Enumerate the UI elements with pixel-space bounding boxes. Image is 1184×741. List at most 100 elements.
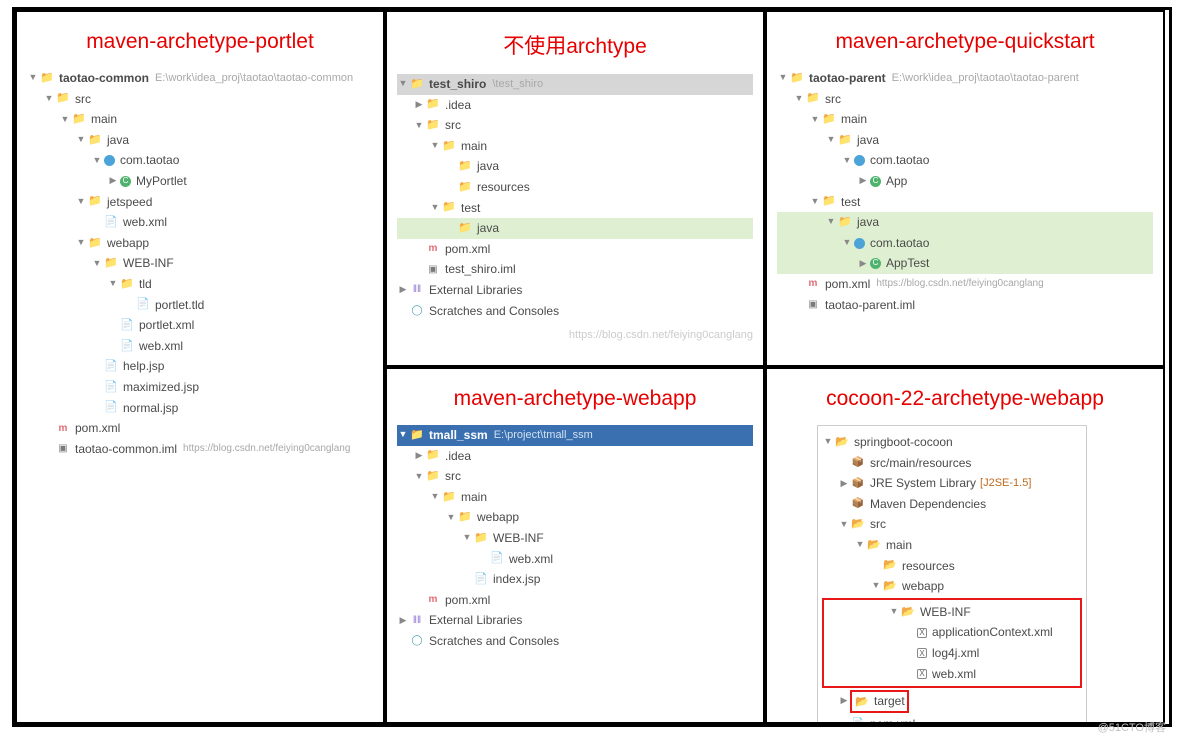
- tree-item-target[interactable]: target: [822, 689, 1082, 714]
- tree-item-jre[interactable]: JRE System Library[J2SE-1.5]: [822, 473, 1082, 494]
- tree-item-src[interactable]: src: [777, 89, 1153, 110]
- tree-item-iml[interactable]: test_shiro.iml: [397, 259, 753, 280]
- tree-item-package[interactable]: com.taotao: [777, 150, 1153, 171]
- jsp-icon: [474, 572, 488, 586]
- title: 不使用archtype: [397, 30, 753, 60]
- tree-item-pom[interactable]: pom.xml: [822, 714, 1082, 724]
- class-icon: [870, 258, 881, 269]
- folder-icon: [883, 579, 897, 593]
- tree-item-portlet-tld[interactable]: portlet.tld: [27, 295, 373, 316]
- tree-item-main[interactable]: main: [777, 109, 1153, 130]
- eclipse-project-tree[interactable]: springboot-cocoon src/main/resources JRE…: [817, 425, 1087, 724]
- iml-icon: [806, 298, 820, 312]
- scratch-icon: [410, 304, 424, 318]
- tree-item-resources-src[interactable]: src/main/resources: [822, 453, 1082, 474]
- folder-icon: [883, 559, 897, 573]
- tree-item-pom[interactable]: pom.xml: [397, 590, 753, 611]
- project-tree[interactable]: tmall_ssmE:\project\tmall_ssm .idea src …: [397, 425, 753, 652]
- tree-item-app[interactable]: App: [777, 171, 1153, 192]
- tree-item-test-java[interactable]: java: [397, 218, 753, 239]
- tree-item-webinf[interactable]: WEB-INF: [824, 602, 1080, 623]
- tree-item-package[interactable]: com.taotao: [27, 150, 373, 171]
- tree-item-pom[interactable]: pom.xml: [27, 418, 373, 439]
- cell-portlet: maven-archetype-portlet taotao-commonE:\…: [15, 10, 385, 724]
- folder-icon: [426, 449, 440, 463]
- tree-root[interactable]: springboot-cocoon: [822, 432, 1082, 453]
- tree-item-webinf[interactable]: WEB-INF: [27, 253, 373, 274]
- tree-item-myportlet[interactable]: MyPortlet: [27, 171, 373, 192]
- tree-item-main[interactable]: main: [397, 487, 753, 508]
- scratch-icon: [410, 634, 424, 648]
- tree-item-webapp[interactable]: webapp: [397, 507, 753, 528]
- tree-item-src[interactable]: src: [822, 514, 1082, 535]
- tree-item-help-jsp[interactable]: help.jsp: [27, 356, 373, 377]
- tree-item-java[interactable]: java: [397, 156, 753, 177]
- tree-item-portlet-xml[interactable]: portlet.xml: [27, 315, 373, 336]
- folder-icon: [442, 201, 456, 215]
- tree-item-max-jsp[interactable]: maximized.jsp: [27, 377, 373, 398]
- tree-item-log4j[interactable]: log4j.xml: [824, 643, 1080, 664]
- tree-item-test-package[interactable]: com.taotao: [777, 233, 1153, 254]
- tree-item-webapp[interactable]: webapp: [27, 233, 373, 254]
- tree-item-iml[interactable]: taotao-parent.iml: [777, 295, 1153, 316]
- tree-item-src[interactable]: src: [397, 115, 753, 136]
- tree-item-tld[interactable]: tld: [27, 274, 373, 295]
- tree-item-test[interactable]: test: [777, 192, 1153, 213]
- tree-item-external[interactable]: External Libraries: [397, 280, 753, 301]
- tree-item-apptest[interactable]: AppTest: [777, 253, 1153, 274]
- tree-item-main[interactable]: main: [397, 136, 753, 157]
- maven-icon: [56, 421, 70, 435]
- tree-item-pom[interactable]: pom.xml: [397, 239, 753, 260]
- tree-root[interactable]: taotao-parentE:\work\idea_proj\taotao\ta…: [777, 68, 1153, 89]
- tree-item-java[interactable]: java: [777, 130, 1153, 151]
- highlight-box-small: target: [850, 690, 909, 713]
- tree-item-src[interactable]: src: [27, 89, 373, 110]
- tree-item-resources[interactable]: resources: [397, 177, 753, 198]
- tree-item-appcontext[interactable]: applicationContext.xml: [824, 622, 1080, 643]
- project-tree[interactable]: taotao-commonE:\work\idea_proj\taotao\ta…: [27, 68, 373, 459]
- tree-item-webinf[interactable]: WEB-INF: [397, 528, 753, 549]
- tree-item-iml[interactable]: taotao-common.imlhttps://blog.csdn.net/f…: [27, 439, 373, 460]
- tree-item-main[interactable]: main: [822, 535, 1082, 556]
- project-tree[interactable]: test_shiro\test_shiro .idea src main jav…: [397, 74, 753, 344]
- tree-item-test[interactable]: test: [397, 198, 753, 219]
- tree-item-test-java[interactable]: java: [777, 212, 1153, 233]
- tree-root[interactable]: tmall_ssmE:\project\tmall_ssm: [397, 425, 753, 446]
- xml-icon: [120, 339, 134, 353]
- tree-item-mvn-deps[interactable]: Maven Dependencies: [822, 494, 1082, 515]
- tree-item-idea[interactable]: .idea: [397, 95, 753, 116]
- tree-item-external[interactable]: External Libraries: [397, 610, 753, 631]
- project-tree[interactable]: taotao-parentE:\work\idea_proj\taotao\ta…: [777, 68, 1153, 315]
- tree-item-pom[interactable]: pom.xmlhttps://blog.csdn.net/feiying0can…: [777, 274, 1153, 295]
- tree-item-jetspeed[interactable]: jetspeed: [27, 192, 373, 213]
- project-icon: [835, 435, 849, 449]
- tree-item-index[interactable]: index.jsp: [397, 569, 753, 590]
- folder-icon: [442, 139, 456, 153]
- maven-icon: [426, 593, 440, 607]
- tree-item-java[interactable]: java: [27, 130, 373, 151]
- tree-item-src[interactable]: src: [397, 466, 753, 487]
- tree-item-resources[interactable]: resources: [822, 556, 1082, 577]
- tree-item-main[interactable]: main: [27, 109, 373, 130]
- tree-item-idea[interactable]: .idea: [397, 446, 753, 467]
- tree-item-webxml-1[interactable]: web.xml: [27, 212, 373, 233]
- tree-item-webapp[interactable]: webapp: [822, 576, 1082, 597]
- tree-root[interactable]: taotao-commonE:\work\idea_proj\taotao\ta…: [27, 68, 373, 89]
- folder-icon: [458, 511, 472, 525]
- package-icon: [854, 238, 865, 249]
- tree-root[interactable]: test_shiro\test_shiro: [397, 74, 753, 95]
- folder-icon: [838, 133, 852, 147]
- folder-icon: [855, 696, 869, 710]
- tree-item-scratches[interactable]: Scratches and Consoles: [397, 301, 753, 322]
- tree-item-webxml[interactable]: web.xml: [824, 664, 1080, 685]
- library-icon: [410, 614, 424, 628]
- tree-item-webxml[interactable]: web.xml: [397, 549, 753, 570]
- tree-item-scratches[interactable]: Scratches and Consoles: [397, 631, 753, 652]
- tree-item-webxml-2[interactable]: web.xml: [27, 336, 373, 357]
- jsp-icon: [104, 401, 118, 415]
- cell-cocoon: cocoon-22-archetype-webapp springboot-co…: [765, 367, 1165, 724]
- folder-icon: [72, 112, 86, 126]
- tree-item-norm-jsp[interactable]: normal.jsp: [27, 398, 373, 419]
- title: maven-archetype-portlet: [27, 30, 373, 54]
- class-icon: [870, 176, 881, 187]
